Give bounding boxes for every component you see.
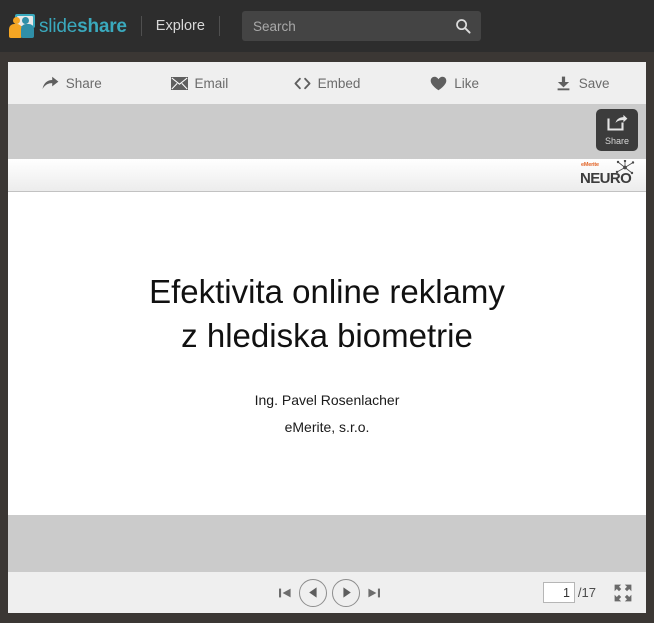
slide-company: eMerite, s.r.o. [284,419,370,435]
viewer-bottom-band [8,515,646,572]
share-button[interactable]: Share [8,62,136,104]
embed-button[interactable]: Embed [263,62,391,104]
skip-to-first-icon [279,588,291,597]
logo-text-slide: slide [39,15,78,37]
explore-link[interactable]: Explore [156,18,205,34]
envelope-icon [170,75,188,92]
slide-canvas: eMerite NEURO Efektivita online reklamy … [8,159,646,515]
email-button[interactable]: Email [136,62,264,104]
first-slide-button[interactable] [276,581,294,605]
slide-subtitle: Ing. Pavel Rosenlacher eMerite, s.r.o. [8,387,646,441]
share-arrow-icon [42,75,59,92]
current-page-input[interactable] [542,582,575,603]
slide-header-strip: eMerite NEURO [8,159,646,192]
embed-button-label: Embed [317,75,361,91]
fullscreen-expand-icon [614,584,632,601]
emerite-wordmark: eMerite [581,162,599,168]
neuro-wordmark: NEURO [580,170,632,187]
share-box-arrow-icon [606,114,628,136]
slide-viewer[interactable]: eMerite NEURO Efektivita online reklamy … [8,104,646,572]
emerite-neuro-logo: eMerite NEURO [580,160,638,191]
download-icon [555,75,572,92]
player-control-bar: /17 [8,572,646,613]
fullscreen-button[interactable] [612,582,634,604]
header-divider-left [140,16,142,36]
share-button-label: Share [65,75,102,91]
slideshare-wordmark: slideshare [39,17,127,36]
slide-title-line-2: z hlediska biometrie [181,317,473,354]
viewer-top-band [8,104,646,159]
skip-to-last-icon [368,588,380,597]
slide-author: Ing. Pavel Rosenlacher [254,392,400,408]
slideshare-logo-icon [8,13,36,39]
slide-action-toolbar: Share Email Embed Like Save [8,62,646,104]
slide-share-overlay-label: Share [604,136,630,146]
save-button[interactable]: Save [518,62,646,104]
slide-content: Efektivita online reklamy z hlediska bio… [8,192,646,515]
like-button-label: Like [454,75,479,91]
slide-title-line-1: Efektivita online reklamy [149,273,505,310]
search-box[interactable] [241,11,481,41]
next-slide-button[interactable] [332,578,360,607]
slideshare-player-page: slideshare Explore Share [0,0,654,623]
save-button-label: Save [578,75,610,91]
email-button-label: Email [194,75,229,91]
last-slide-button[interactable] [365,581,383,605]
slide-navigation-group [276,578,383,607]
total-pages-label: /17 [577,585,596,600]
next-slide-icon [342,587,351,598]
logo-text-share: share [77,15,127,37]
code-brackets-icon [294,75,311,92]
previous-slide-button[interactable] [299,578,327,607]
heart-icon [430,75,447,92]
header-divider-right [218,16,220,36]
site-header: slideshare Explore [0,0,654,52]
previous-slide-icon [308,587,317,598]
like-button[interactable]: Like [391,62,519,104]
page-indicator: /17 [542,582,596,603]
slide-title: Efektivita online reklamy z hlediska bio… [8,270,646,358]
slide-share-overlay-button[interactable]: Share [596,109,638,151]
slideshare-logo[interactable]: slideshare [8,11,127,41]
search-input[interactable] [241,11,481,41]
search-icon[interactable] [451,14,475,38]
